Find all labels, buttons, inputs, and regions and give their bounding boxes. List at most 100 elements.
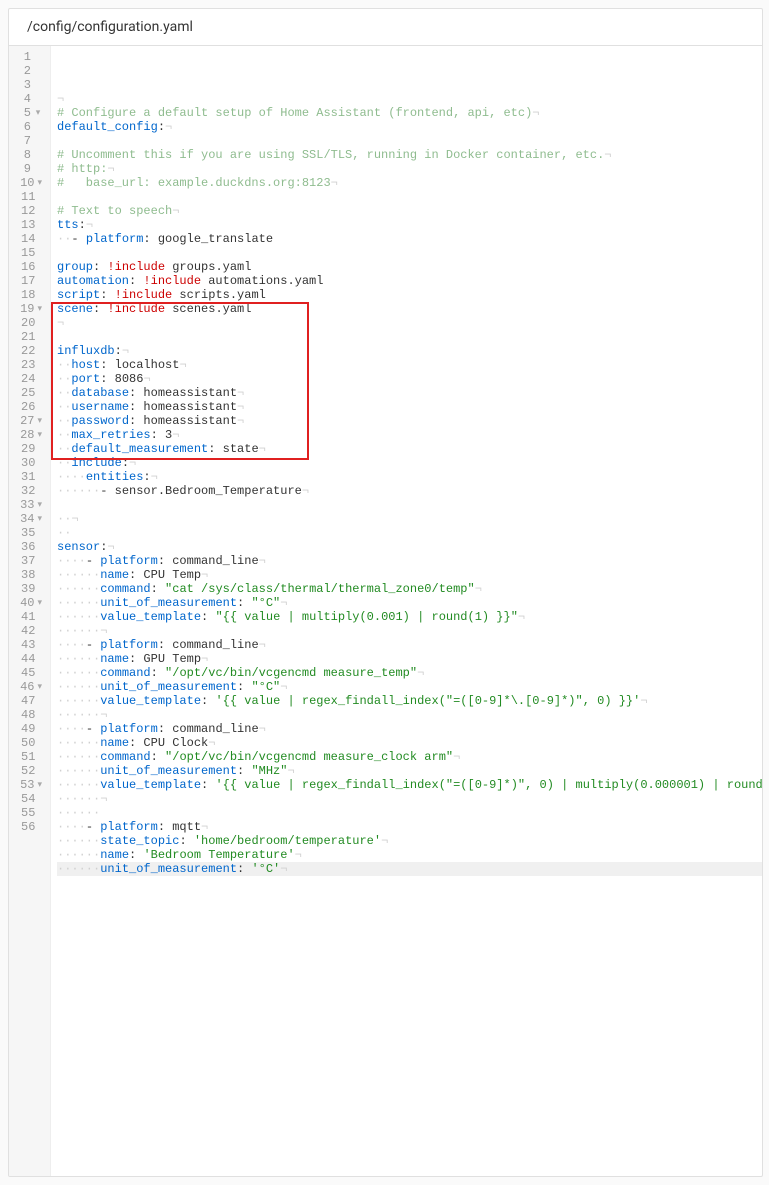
line-number: 33▾ [21,498,42,512]
code-line[interactable]: ······unit_of_measurement: "°C"¬ [57,596,763,610]
line-number: 15 [21,246,42,260]
code-line[interactable]: ··- platform: google_translate [57,232,763,246]
code-line[interactable]: # base_url: example.duckdns.org:8123¬ [57,176,763,190]
code-line[interactable]: ······¬ [57,708,763,722]
fold-marker-icon[interactable]: ▾ [37,428,42,442]
line-number: 34▾ [21,512,42,526]
code-line[interactable]: default_config:¬ [57,120,763,134]
line-number: 3 [21,78,42,92]
code-content[interactable]: ¬# Configure a default setup of Home Ass… [51,46,763,1176]
fold-marker-icon[interactable]: ▾ [37,498,42,512]
line-number: 8 [21,148,42,162]
code-line[interactable]: automation: !include automations.yaml [57,274,763,288]
code-line[interactable]: ··include:¬ [57,456,763,470]
fold-marker-icon[interactable]: ▾ [37,512,42,526]
code-editor[interactable]: 12345▾678910▾111213141516171819▾20212223… [9,46,762,1176]
file-path-header: /config/configuration.yaml [9,9,762,46]
code-line[interactable]: group: !include groups.yaml [57,260,763,274]
fold-marker-icon[interactable]: ▾ [37,596,42,610]
fold-marker-icon[interactable]: ▾ [37,680,42,694]
line-number: 38 [21,568,42,582]
line-number: 20 [21,316,42,330]
fold-marker-icon[interactable]: ▾ [37,176,42,190]
line-number: 28▾ [21,428,42,442]
code-line[interactable]: tts:¬ [57,218,763,232]
line-number: 46▾ [21,680,42,694]
line-number: 26 [21,400,42,414]
code-line[interactable]: ······unit_of_measurement: "MHz"¬ [57,764,763,778]
code-line[interactable] [57,246,763,260]
code-line[interactable]: ······value_template: "{{ value | multip… [57,610,763,624]
code-line[interactable]: ¬ [57,92,763,106]
code-line[interactable]: ······name: CPU Clock¬ [57,736,763,750]
code-line[interactable]: # http:¬ [57,162,763,176]
code-line[interactable]: ····- platform: command_line¬ [57,638,763,652]
code-line[interactable]: scene: !include scenes.yaml [57,302,763,316]
fold-marker-icon[interactable]: ▾ [37,778,42,792]
code-line[interactable]: ······name: 'Bedroom Temperature'¬ [57,848,763,862]
code-line[interactable]: ¬ [57,316,763,330]
code-line[interactable]: ····- platform: command_line¬ [57,554,763,568]
code-line[interactable]: ······command: "/opt/vc/bin/vcgencmd mea… [57,666,763,680]
code-line[interactable]: # Configure a default setup of Home Assi… [57,106,763,120]
code-line[interactable]: ······unit_of_measurement: "°C"¬ [57,680,763,694]
line-number: 7 [21,134,42,148]
line-number: 43 [21,638,42,652]
code-line[interactable]: script: !include scripts.yaml [57,288,763,302]
code-line[interactable]: ··default_measurement: state¬ [57,442,763,456]
line-number: 35 [21,526,42,540]
line-number: 42 [21,624,42,638]
line-number: 2 [21,64,42,78]
code-line[interactable]: ······state_topic: 'home/bedroom/tempera… [57,834,763,848]
code-line[interactable]: ··database: homeassistant¬ [57,386,763,400]
code-line[interactable]: ······unit_of_measurement: '°C'¬ [57,862,763,876]
code-line[interactable]: ······command: "cat /sys/class/thermal/t… [57,582,763,596]
line-number: 5▾ [21,106,42,120]
code-line[interactable]: sensor:¬ [57,540,763,554]
code-line[interactable]: ······name: CPU Temp¬ [57,568,763,582]
line-number: 37 [21,554,42,568]
line-number: 1 [21,50,42,64]
code-line[interactable]: ······value_template: '{{ value | regex_… [57,778,763,792]
line-number: 29 [21,442,42,456]
code-line[interactable]: ··password: homeassistant¬ [57,414,763,428]
line-number: 6 [21,120,42,134]
code-line[interactable]: ······name: GPU Temp¬ [57,652,763,666]
code-line[interactable] [57,330,763,344]
code-line[interactable]: ··max_retries: 3¬ [57,428,763,442]
line-number: 44 [21,652,42,666]
line-number: 41 [21,610,42,624]
line-number: 52 [21,764,42,778]
code-line[interactable]: # Text to speech¬ [57,204,763,218]
code-line[interactable]: ······- sensor.Bedroom_Temperature¬ [57,484,763,498]
code-line[interactable] [57,498,763,512]
code-line[interactable]: ······command: "/opt/vc/bin/vcgencmd mea… [57,750,763,764]
code-line[interactable]: ····- platform: command_line¬ [57,722,763,736]
fold-marker-icon[interactable]: ▾ [37,302,42,316]
code-line[interactable]: ····entities:¬ [57,470,763,484]
code-line[interactable]: ·· [57,526,763,540]
code-line[interactable] [57,134,763,148]
code-line[interactable]: ··port: 8086¬ [57,372,763,386]
line-number: 25 [21,386,42,400]
line-number: 48 [21,708,42,722]
code-line[interactable]: ······¬ [57,624,763,638]
fold-marker-icon[interactable]: ▾ [37,414,42,428]
line-number: 16 [21,260,42,274]
line-number: 9 [21,162,42,176]
fold-marker-icon[interactable]: ▾ [34,106,42,120]
code-line[interactable] [57,190,763,204]
code-line[interactable]: ······ [57,806,763,820]
code-line[interactable]: ··¬ [57,512,763,526]
code-line[interactable]: ······value_template: '{{ value | regex_… [57,694,763,708]
code-line[interactable]: ··host: localhost¬ [57,358,763,372]
line-number: 50 [21,736,42,750]
code-line[interactable]: ··username: homeassistant¬ [57,400,763,414]
code-line[interactable]: ······¬ [57,792,763,806]
code-line[interactable]: influxdb:¬ [57,344,763,358]
line-number: 13 [21,218,42,232]
code-line[interactable]: ····- platform: mqtt¬ [57,820,763,834]
line-number: 31 [21,470,42,484]
code-line[interactable]: # Uncomment this if you are using SSL/TL… [57,148,763,162]
line-number: 55 [21,806,42,820]
